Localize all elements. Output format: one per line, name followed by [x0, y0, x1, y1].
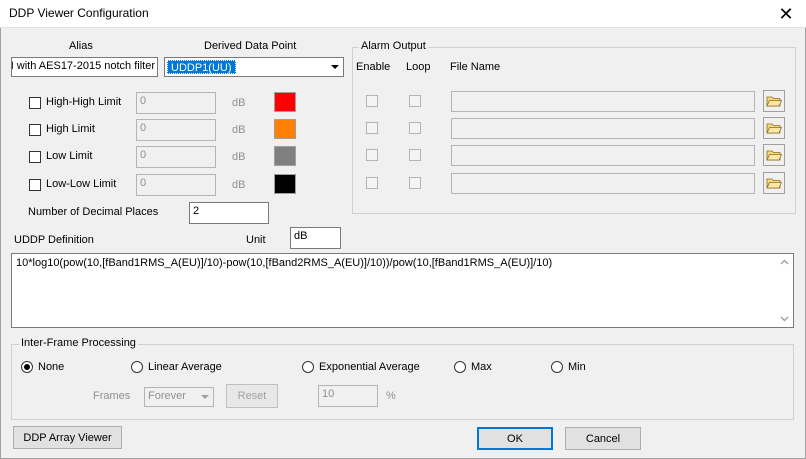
alarm-loop-checkbox[interactable]	[409, 95, 421, 107]
window-title: DDP Viewer Configuration	[9, 6, 149, 20]
chevron-down-icon[interactable]	[780, 314, 789, 323]
alarm-enable-checkbox[interactable]	[366, 95, 378, 107]
low-limit-color-swatch[interactable]	[274, 146, 296, 166]
low-limit-checkbox[interactable]	[29, 151, 41, 163]
loop-column-label: Loop	[406, 61, 431, 73]
alarm-loop-checkbox[interactable]	[409, 177, 421, 189]
close-icon[interactable]: ✕	[768, 2, 804, 26]
decimal-places-input[interactable]: 2	[189, 202, 269, 224]
radio-exponential-average[interactable]	[302, 361, 314, 373]
low-low-limit-label: Low-Low Limit	[46, 178, 117, 190]
high-limit-label: High Limit	[46, 123, 95, 135]
high-high-limit-input[interactable]: 0	[136, 92, 216, 114]
cancel-button[interactable]: Cancel	[565, 427, 641, 450]
alarm-file-name-input[interactable]	[451, 145, 755, 166]
low-low-limit-checkbox[interactable]	[29, 179, 41, 191]
unit-label: Unit	[246, 234, 266, 246]
folder-open-icon[interactable]	[763, 144, 785, 166]
chevron-up-icon[interactable]	[780, 258, 789, 267]
radio-none-label: None	[38, 361, 65, 373]
frames-select[interactable]: Forever	[144, 387, 214, 407]
alarm-enable-checkbox[interactable]	[366, 122, 378, 134]
uddp-definition-label: UDDP Definition	[14, 234, 94, 246]
radio-max-label: Max	[471, 361, 492, 373]
alias-input[interactable]: N with AES17-2015 notch filter	[11, 57, 158, 77]
chevron-down-icon[interactable]	[197, 389, 212, 405]
high-limit-unit: dB	[232, 124, 246, 136]
inter-frame-processing-label: Inter-Frame Processing	[19, 337, 138, 349]
low-limit-unit: dB	[232, 151, 246, 163]
alias-label: Alias	[69, 40, 93, 52]
alarm-loop-checkbox[interactable]	[409, 122, 421, 134]
exp-average-input[interactable]: 10	[318, 385, 378, 407]
folder-open-icon[interactable]	[763, 172, 785, 194]
uddp-definition-textarea[interactable]: 10*log10(pow(10,[fBand1RMS_A(EU)]/10)-po…	[11, 253, 794, 328]
folder-open-icon[interactable]	[763, 90, 785, 112]
high-limit-input[interactable]: 0	[136, 119, 216, 141]
high-high-limit-checkbox[interactable]	[29, 97, 41, 109]
radio-max[interactable]	[454, 361, 466, 373]
low-low-limit-input[interactable]: 0	[136, 174, 216, 196]
high-high-limit-unit: dB	[232, 97, 246, 109]
low-limit-input[interactable]: 0	[136, 146, 216, 168]
alarm-file-name-input[interactable]	[451, 118, 755, 139]
enable-column-label: Enable	[356, 61, 391, 73]
frames-value: Forever	[148, 390, 186, 402]
alarm-output-label: Alarm Output	[359, 40, 428, 52]
radio-min[interactable]	[551, 361, 563, 373]
high-limit-color-swatch[interactable]	[274, 119, 296, 139]
alarm-loop-checkbox[interactable]	[409, 149, 421, 161]
alarm-enable-checkbox[interactable]	[366, 149, 378, 161]
derived-selected-value: UDDP1(UU)	[167, 60, 236, 74]
ddp-array-viewer-button[interactable]: DDP Array Viewer	[13, 426, 122, 449]
derived-data-point-label: Derived Data Point	[204, 40, 297, 52]
uddp-definition-text: 10*log10(pow(10,[fBand1RMS_A(EU)]/10)-po…	[16, 257, 553, 269]
radio-linear-average-label: Linear Average	[148, 361, 222, 373]
decimal-places-label: Number of Decimal Places	[28, 206, 159, 218]
low-low-limit-unit: dB	[232, 179, 246, 191]
alarm-file-name-input[interactable]	[451, 173, 755, 194]
high-limit-checkbox[interactable]	[29, 124, 41, 136]
high-high-limit-color-swatch[interactable]	[274, 92, 296, 112]
percent-label: %	[386, 390, 396, 402]
reset-button[interactable]: Reset	[226, 384, 278, 408]
radio-selected-dot	[24, 364, 30, 370]
radio-linear-average[interactable]	[131, 361, 143, 373]
radio-exponential-average-label: Exponential Average	[319, 361, 420, 373]
alarm-file-name-input[interactable]	[451, 91, 755, 112]
radio-min-label: Min	[568, 361, 586, 373]
ok-button[interactable]: OK	[477, 427, 553, 450]
radio-none[interactable]	[21, 361, 33, 373]
inter-frame-processing-group	[11, 344, 794, 420]
chevron-down-icon[interactable]	[326, 58, 343, 76]
unit-input[interactable]: dB	[290, 227, 341, 249]
file-name-column-label: File Name	[450, 61, 501, 73]
derived-data-point-select[interactable]: UDDP1(UU)	[164, 57, 344, 77]
high-high-limit-label: High-High Limit	[46, 96, 122, 108]
vertical-scrollbar[interactable]	[776, 254, 793, 327]
alarm-enable-checkbox[interactable]	[366, 177, 378, 189]
low-limit-label: Low Limit	[46, 150, 93, 162]
folder-open-icon[interactable]	[763, 117, 785, 139]
low-low-limit-color-swatch[interactable]	[274, 174, 296, 194]
frames-label: Frames	[93, 390, 131, 402]
